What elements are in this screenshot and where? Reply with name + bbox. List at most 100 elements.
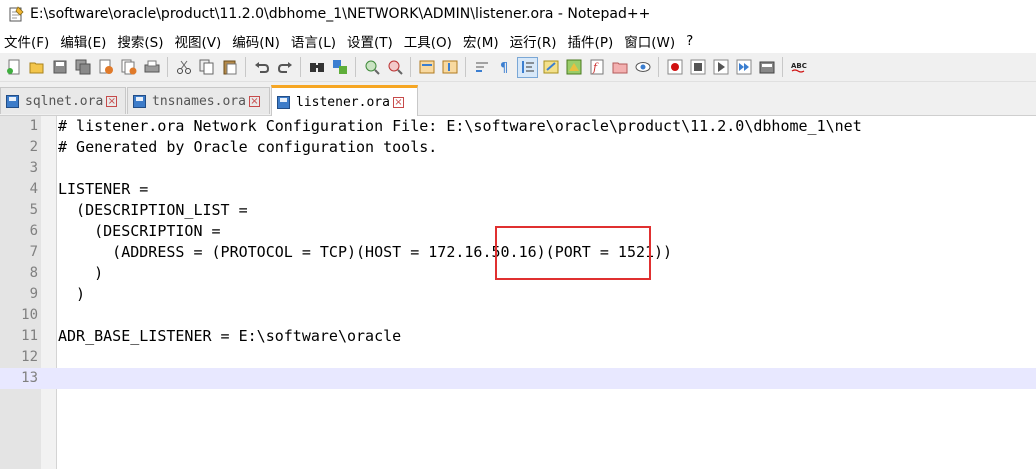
tab-listener-ora[interactable]: listener.ora × bbox=[271, 85, 418, 116]
toolbar: ¶ f ABC bbox=[0, 53, 1036, 82]
window-title: E:\software\oracle\product\11.2.0\dbhome… bbox=[30, 6, 651, 22]
stop-macro-icon[interactable] bbox=[687, 57, 708, 78]
editor-area[interactable]: 1 # listener.ora Network Configuration F… bbox=[0, 116, 1036, 469]
doc-map-icon[interactable] bbox=[563, 57, 584, 78]
file-saved-icon bbox=[133, 94, 146, 108]
file-saved-icon bbox=[277, 95, 290, 109]
line-text: (DESCRIPTION = bbox=[58, 222, 221, 240]
run-macro-multiple-icon[interactable] bbox=[733, 57, 754, 78]
close-tab-icon[interactable]: × bbox=[248, 95, 260, 107]
replace-icon[interactable] bbox=[329, 57, 350, 78]
line-number: 2 bbox=[29, 139, 38, 155]
code-line[interactable]: 10 bbox=[0, 305, 1036, 326]
code-line[interactable]: 4 LISTENER = bbox=[0, 179, 1036, 200]
menu-edit[interactable]: 编辑(E) bbox=[55, 31, 112, 51]
undo-icon[interactable] bbox=[251, 57, 272, 78]
tab-label: sqlnet.ora bbox=[25, 93, 104, 109]
tab-sqlnet-ora[interactable]: sqlnet.ora × bbox=[0, 87, 126, 114]
line-text: ) bbox=[58, 285, 86, 303]
toolbar-separator bbox=[300, 57, 301, 77]
code-line[interactable]: 9 ) bbox=[0, 284, 1036, 305]
show-all-chars-icon[interactable]: ¶ bbox=[494, 57, 515, 78]
sync-vertical-icon[interactable] bbox=[416, 57, 437, 78]
menu-view[interactable]: 视图(V) bbox=[170, 31, 228, 51]
code-line[interactable]: 11 ADR_BASE_LISTENER = E:\software\oracl… bbox=[0, 326, 1036, 347]
menu-language[interactable]: 语言(L) bbox=[286, 31, 342, 51]
zoom-in-icon[interactable] bbox=[361, 57, 382, 78]
open-file-icon[interactable] bbox=[26, 57, 47, 78]
line-text: ) bbox=[58, 264, 104, 282]
line-text: LISTENER = bbox=[58, 180, 149, 198]
line-number: 13 bbox=[21, 370, 38, 386]
redo-icon[interactable] bbox=[274, 57, 295, 78]
paste-icon[interactable] bbox=[219, 57, 240, 78]
user-defined-lang-icon[interactable] bbox=[540, 57, 561, 78]
play-macro-icon[interactable] bbox=[710, 57, 731, 78]
code-line[interactable]: 5 (DESCRIPTION_LIST = bbox=[0, 200, 1036, 221]
line-number: 6 bbox=[29, 223, 38, 239]
menu-window[interactable]: 窗口(W) bbox=[619, 31, 681, 51]
menu-settings[interactable]: 设置(T) bbox=[342, 31, 399, 51]
toolbar-separator bbox=[167, 57, 168, 77]
close-tab-icon[interactable]: × bbox=[392, 96, 404, 108]
line-text: ADR_BASE_LISTENER = E:\software\oracle bbox=[58, 327, 402, 345]
line-text: (DESCRIPTION_LIST = bbox=[58, 201, 248, 219]
menu-file[interactable]: 文件(F) bbox=[0, 31, 55, 51]
menu-run[interactable]: 运行(R) bbox=[505, 31, 563, 51]
code-line[interactable]: 12 bbox=[0, 347, 1036, 368]
folder-workspace-icon[interactable] bbox=[609, 57, 630, 78]
notepad-icon bbox=[8, 6, 24, 22]
host-highlight-annotation bbox=[495, 226, 651, 280]
svg-text:ABC: ABC bbox=[791, 62, 807, 70]
tab-label: listener.ora bbox=[296, 94, 390, 110]
code-line[interactable]: 1 # listener.ora Network Configuration F… bbox=[0, 116, 1036, 137]
menu-bar: 文件(F) 编辑(E) 搜索(S) 视图(V) 编码(N) 语言(L) 设置(T… bbox=[0, 28, 1036, 53]
menu-plugins[interactable]: 插件(P) bbox=[563, 31, 620, 51]
sync-horizontal-icon[interactable] bbox=[439, 57, 460, 78]
new-file-icon[interactable] bbox=[3, 57, 24, 78]
function-list-icon[interactable]: f bbox=[586, 57, 607, 78]
line-number: 12 bbox=[21, 349, 38, 365]
line-number: 3 bbox=[29, 160, 38, 176]
record-macro-icon[interactable] bbox=[664, 57, 685, 78]
copy-icon[interactable] bbox=[196, 57, 217, 78]
toolbar-separator bbox=[245, 57, 246, 77]
spell-check-icon[interactable]: ABC bbox=[788, 57, 809, 78]
toolbar-separator bbox=[465, 57, 466, 77]
line-number: 11 bbox=[21, 328, 38, 344]
line-number: 10 bbox=[21, 307, 38, 323]
zoom-out-icon[interactable] bbox=[384, 57, 405, 78]
menu-help[interactable]: ? bbox=[681, 33, 699, 49]
save-macro-icon[interactable] bbox=[756, 57, 777, 78]
print-icon[interactable] bbox=[141, 57, 162, 78]
word-wrap-icon[interactable] bbox=[471, 57, 492, 78]
close-all-icon[interactable] bbox=[118, 57, 139, 78]
save-icon[interactable] bbox=[49, 57, 70, 78]
code-line[interactable]: 3 bbox=[0, 158, 1036, 179]
tab-tnsnames-ora[interactable]: tnsnames.ora × bbox=[127, 87, 270, 114]
toolbar-separator bbox=[355, 57, 356, 77]
line-number: 7 bbox=[29, 244, 38, 260]
code-line-current[interactable]: 13 bbox=[0, 368, 1036, 389]
code-line[interactable]: 2 # Generated by Oracle configuration to… bbox=[0, 137, 1036, 158]
line-number: 9 bbox=[29, 286, 38, 302]
toolbar-separator bbox=[782, 57, 783, 77]
toolbar-separator bbox=[410, 57, 411, 77]
save-all-icon[interactable] bbox=[72, 57, 93, 78]
menu-tools[interactable]: 工具(O) bbox=[399, 31, 458, 51]
monitoring-icon[interactable] bbox=[632, 57, 653, 78]
toolbar-separator bbox=[658, 57, 659, 77]
line-number: 4 bbox=[29, 181, 38, 197]
close-tab-icon[interactable]: × bbox=[106, 95, 118, 107]
tab-bar: sqlnet.ora × tnsnames.ora × listener.ora… bbox=[0, 82, 1036, 116]
cut-icon[interactable] bbox=[173, 57, 194, 78]
menu-encoding[interactable]: 编码(N) bbox=[227, 31, 286, 51]
file-saved-icon bbox=[6, 94, 19, 108]
line-number: 1 bbox=[29, 118, 38, 134]
menu-macro[interactable]: 宏(M) bbox=[458, 31, 505, 51]
find-icon[interactable] bbox=[306, 57, 327, 78]
close-icon[interactable] bbox=[95, 57, 116, 78]
line-text: # listener.ora Network Configuration Fil… bbox=[58, 117, 862, 135]
indent-guide-icon[interactable] bbox=[517, 56, 538, 78]
menu-search[interactable]: 搜索(S) bbox=[112, 31, 169, 51]
